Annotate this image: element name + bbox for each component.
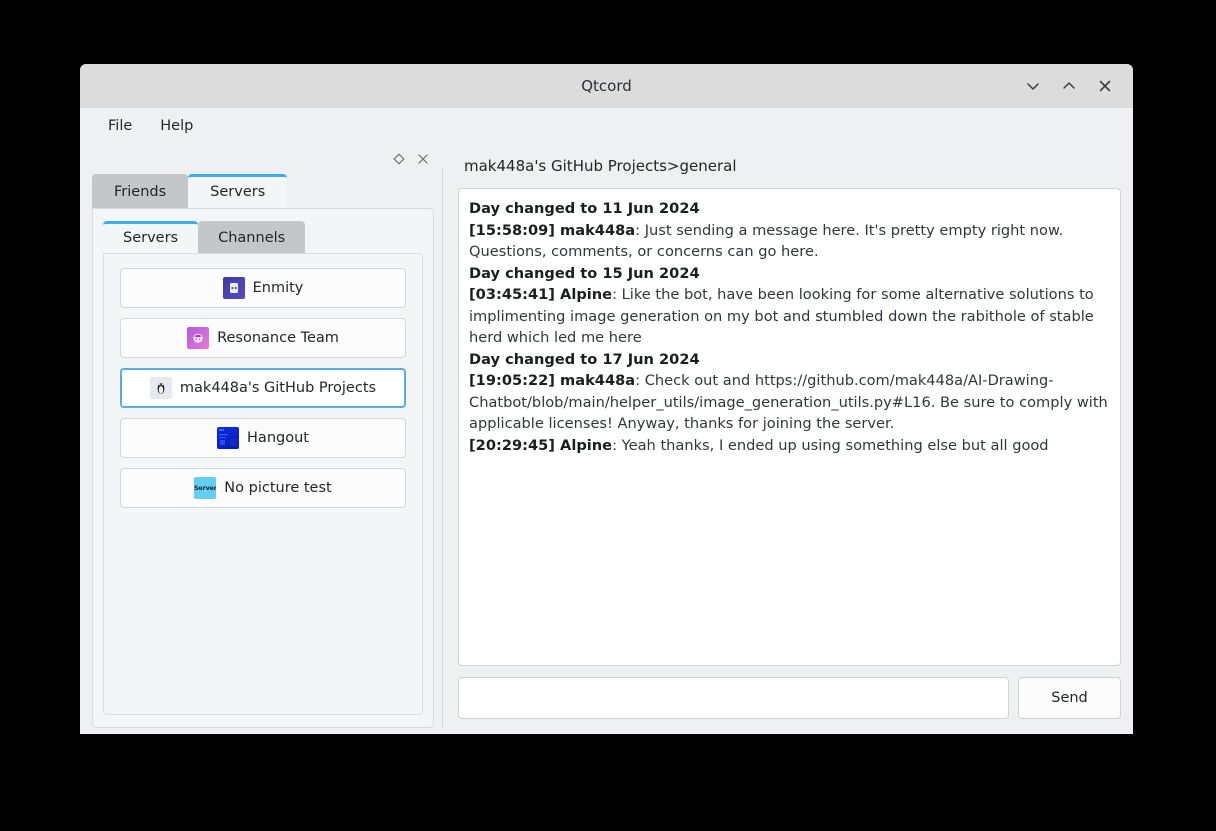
message-meta: [03:45:41] Alpine [469,286,612,303]
message-list[interactable]: Day changed to 11 Jun 2024 [15:58:09] ma… [458,188,1121,666]
message-text: Yeah thanks, I ended up using something … [621,436,1049,454]
window-controls [1015,64,1123,108]
sub-tab-servers[interactable]: Servers [103,221,199,253]
channel-header: mak448a's GitHub Projects>general [464,157,737,175]
server-item-resonance-team[interactable]: Resonance Team [120,318,406,358]
message-author: Alpine [560,286,613,303]
minimize-button[interactable] [1015,68,1051,104]
message-row: [19:05:22] mak448a: Check out and https:… [469,370,1110,435]
window-body: Friends Servers Servers Channels Enmity … [80,144,1133,734]
message-input[interactable] [458,677,1009,719]
message-timestamp: [19:05:22] [469,372,555,389]
composer: Send [458,666,1121,728]
message-meta: [15:58:09] mak448a [469,222,635,239]
dock-float-button[interactable] [388,148,410,170]
resonance-team-server-icon [187,327,210,349]
message-timestamp: [15:58:09] [469,221,555,239]
no-picture-server-icon: Server [194,477,217,499]
message-colon: : [612,436,622,454]
dock-tabbar: Friends Servers [92,174,434,208]
chevron-down-icon [1027,83,1039,90]
close-button[interactable] [1087,68,1123,104]
message-meta: [20:29:45] Alpine [469,437,612,454]
menu-help[interactable]: Help [150,114,203,138]
close-icon [1099,80,1111,92]
day-change-separator: Day changed to 15 Jun 2024 [469,264,700,282]
message-timestamp: [20:29:45] [469,436,555,454]
day-change-separator: Day changed to 11 Jun 2024 [469,200,700,217]
send-button[interactable]: Send [1018,677,1121,719]
window-title: Qtcord [581,77,632,95]
left-dock-panel: Friends Servers Servers Channels Enmity … [80,144,442,728]
message-colon: : [635,372,645,389]
message-timestamp: [03:45:41] [469,286,555,303]
dock-titlebar [80,144,442,174]
diamond-icon [393,153,405,165]
dock-content: Friends Servers Servers Channels Enmity … [92,174,434,728]
message-author: mak448a [560,372,636,389]
tab-friends[interactable]: Friends [92,174,189,208]
qtcord-window: Qtcord File Help Friends Servers Servers… [80,64,1133,734]
server-item-label: mak448a's GitHub Projects [179,380,377,396]
sub-tab-servers-label: Servers [123,230,179,246]
window-titlebar: Qtcord [80,64,1133,108]
message-colon: : [635,221,645,239]
tab-friends-label: Friends [114,184,167,200]
message-row: [15:58:09] mak448a: Just sending a messa… [469,220,1110,263]
hangout-server-icon [217,427,240,449]
enmity-server-icon [222,277,245,299]
tab-servers-label: Servers [210,184,266,200]
servers-tab-panel: Servers Channels Enmity Resonance Team m… [92,208,434,728]
sub-tabbar: Servers Channels [103,219,433,253]
tab-servers[interactable]: Servers [188,174,288,208]
message-meta: [19:05:22] mak448a [469,372,635,389]
message-author: mak448a [560,221,636,239]
no-picture-server-icon-text: Server [194,484,217,492]
server-item-no-picture-test[interactable]: Server No picture test [120,468,406,508]
menubar: File Help [80,108,1133,144]
maximize-button[interactable] [1051,68,1087,104]
server-item-label: Resonance Team [217,330,339,346]
close-icon [418,154,428,164]
dock-close-button[interactable] [412,148,434,170]
server-item-label: No picture test [224,480,332,496]
chevron-up-icon [1063,82,1075,89]
day-change-separator: Day changed to 17 Jun 2024 [469,350,700,368]
server-item-github-projects[interactable]: mak448a's GitHub Projects [120,368,406,408]
message-row: [03:45:41] Alpine: Like the bot, have be… [469,284,1110,349]
message-row: [20:29:45] Alpine: Yeah thanks, I ended … [469,435,1110,457]
server-item-label: Hangout [247,430,309,446]
github-projects-server-icon [149,377,172,399]
sub-tab-channels[interactable]: Channels [198,221,306,253]
server-item-hangout[interactable]: Hangout [120,418,406,458]
message-colon: : [612,286,622,303]
server-item-enmity[interactable]: Enmity [120,268,406,308]
server-item-label: Enmity [252,280,304,296]
menu-file[interactable]: File [98,114,142,138]
server-list-panel: Enmity Resonance Team mak448a's GitHub P… [103,253,423,715]
chat-area: mak448a's GitHub Projects>general Day ch… [448,144,1133,728]
sub-tab-channels-label: Channels [218,230,286,246]
sub-tabbar-wrap: Servers Channels [93,209,433,253]
message-author: Alpine [560,436,613,454]
